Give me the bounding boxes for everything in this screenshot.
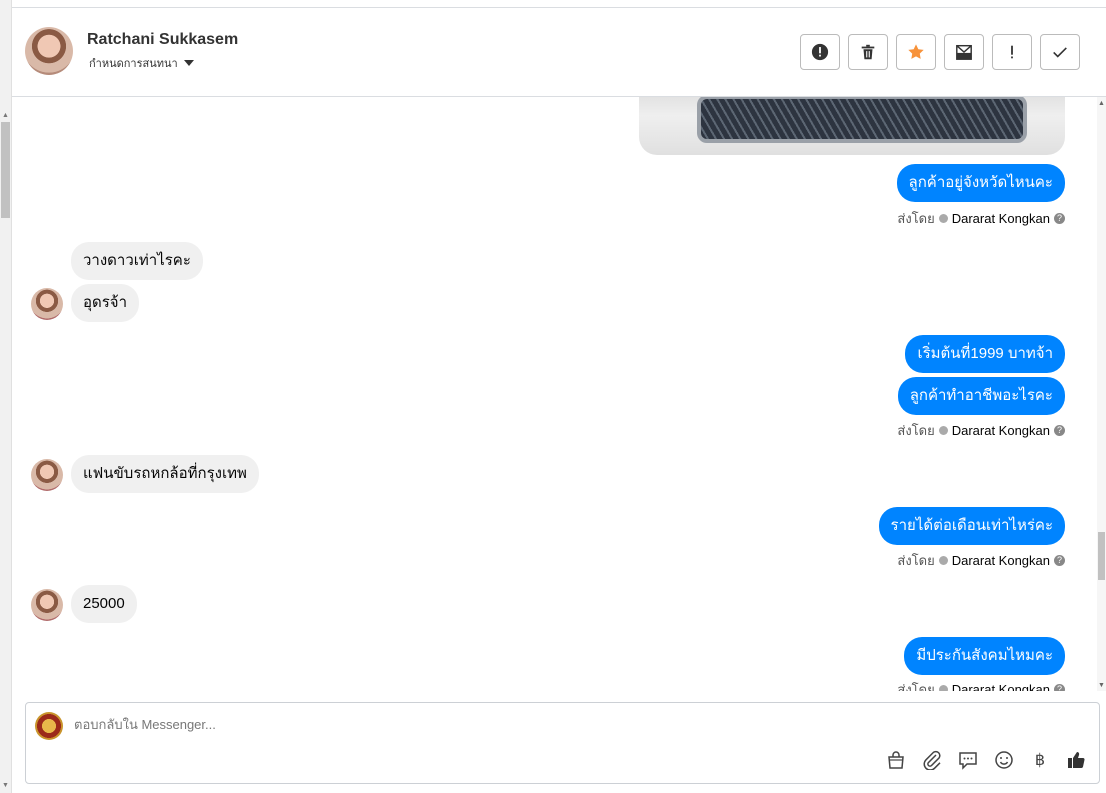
scroll-up-icon[interactable]: ▲: [2, 112, 9, 119]
message-outgoing[interactable]: มีประกันสังคมไหมคะ: [904, 637, 1065, 675]
action-toolbar: [800, 34, 1080, 70]
gear-icon: [938, 556, 948, 565]
scroll-up-icon[interactable]: ▲: [1098, 100, 1105, 107]
baht-icon: ฿: [1034, 752, 1046, 769]
like-button[interactable]: [1065, 749, 1087, 771]
message-outgoing[interactable]: รายได้ต่อเดือนเท่าไหร่คะ: [878, 507, 1065, 545]
sent-by-info: ส่งโดย Dararat Kongkan ?: [897, 208, 1065, 229]
contact-avatar-small: [31, 288, 63, 320]
sent-by-label: ส่งโดย: [897, 211, 935, 226]
paperclip-icon: [923, 750, 941, 770]
sent-by-info: ส่งโดย Dararat Kongkan ?: [897, 550, 1065, 571]
composer-tools: ฿: [885, 749, 1087, 771]
sender-name[interactable]: Dararat Kongkan: [952, 423, 1050, 438]
message-incoming[interactable]: วางดาวเท่าไรคะ: [71, 242, 203, 280]
sender-name[interactable]: Dararat Kongkan: [952, 211, 1050, 226]
reply-composer: ฿: [25, 702, 1100, 784]
gear-icon: [938, 685, 948, 691]
sender-name[interactable]: Dararat Kongkan: [952, 553, 1050, 568]
message-outgoing[interactable]: ลูกค้าอยู่จังหวัดไหนคะ: [896, 164, 1065, 202]
message-outgoing[interactable]: ลูกค้าทำอาชีพอะไรคะ: [897, 377, 1065, 415]
message-incoming[interactable]: อุดรจ้า: [71, 284, 140, 322]
scrollbar-thumb[interactable]: [1, 122, 10, 218]
report-button[interactable]: [800, 34, 840, 70]
shop-button[interactable]: [885, 749, 907, 771]
sent-by-label: ส่งโดย: [897, 682, 935, 691]
done-button[interactable]: [1040, 34, 1080, 70]
message-incoming[interactable]: แฟนขับรถหกล้อที่กรุงเทพ: [71, 455, 259, 493]
gear-icon: [938, 426, 948, 435]
sender-name[interactable]: Dararat Kongkan: [952, 682, 1050, 691]
gear-icon: [938, 214, 948, 223]
priority-button[interactable]: [992, 34, 1032, 70]
sent-by-info: ส่งโดย Dararat Kongkan ?: [897, 679, 1065, 691]
contact-avatar[interactable]: [25, 27, 73, 75]
reply-input[interactable]: [74, 717, 974, 732]
left-scrollbar[interactable]: ▲ ▼: [0, 0, 12, 793]
mark-unread-icon: [956, 44, 972, 60]
star-icon: [908, 44, 924, 59]
scroll-down-icon[interactable]: ▼: [2, 782, 9, 789]
car-grill-image: [697, 97, 1027, 143]
saved-replies-button[interactable]: [957, 749, 979, 771]
help-icon[interactable]: ?: [1054, 425, 1065, 436]
contact-name[interactable]: Ratchani Sukkasem: [87, 31, 238, 49]
star-button[interactable]: [896, 34, 936, 70]
alert-icon: [811, 43, 829, 61]
message-outgoing[interactable]: เริ่มต้นที่1999 บาทจ้า: [905, 335, 1065, 373]
help-icon[interactable]: ?: [1054, 213, 1065, 224]
conversation-label: กำหนดการสนทนา: [89, 58, 178, 70]
page-avatar: [35, 712, 63, 740]
scroll-down-icon[interactable]: ▼: [1098, 682, 1105, 689]
scrollbar-thumb[interactable]: [1098, 532, 1105, 580]
sent-by-label: ส่งโดย: [897, 553, 935, 568]
chat-bubble-icon: [959, 752, 977, 770]
contact-avatar-small: [31, 589, 63, 621]
thread-scrollbar[interactable]: ▲ ▼: [1097, 97, 1106, 691]
attach-button[interactable]: [921, 749, 943, 771]
thumbs-up-icon: [1068, 752, 1085, 769]
sent-by-label: ส่งโดย: [897, 423, 935, 438]
delete-button[interactable]: [848, 34, 888, 70]
help-icon[interactable]: ?: [1054, 684, 1065, 691]
smiley-icon: [995, 751, 1013, 769]
payment-button[interactable]: ฿: [1029, 749, 1051, 771]
check-icon: [1053, 47, 1067, 58]
car-photo-attachment[interactable]: [639, 97, 1065, 155]
trash-icon: [861, 44, 875, 60]
caret-down-icon: [183, 60, 194, 66]
conversation-header: Ratchani Sukkasem กำหนดการสนทนา: [12, 8, 1106, 97]
conversation-label-dropdown[interactable]: กำหนดการสนทนา: [89, 54, 194, 72]
emoji-button[interactable]: [993, 749, 1015, 771]
contact-avatar-small: [31, 459, 63, 491]
message-incoming[interactable]: 25000: [71, 585, 137, 623]
message-thread[interactable]: ลูกค้าอยู่จังหวัดไหนคะ ส่งโดย Dararat Ko…: [12, 97, 1097, 691]
sent-by-info: ส่งโดย Dararat Kongkan ?: [897, 420, 1065, 441]
exclamation-icon: [1011, 45, 1013, 59]
top-divider: [12, 0, 1106, 8]
help-icon[interactable]: ?: [1054, 555, 1065, 566]
mark-unread-button[interactable]: [944, 34, 984, 70]
shopping-bag-icon: [888, 751, 904, 769]
